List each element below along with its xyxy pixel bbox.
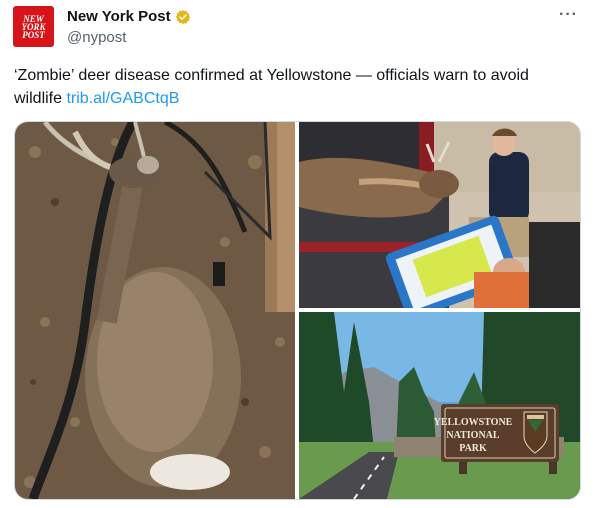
avatar-text-line-3: POST bbox=[22, 29, 45, 40]
author-handle[interactable]: @nypost bbox=[67, 29, 126, 46]
tweet-link[interactable]: trib.al/GABCtqB bbox=[66, 90, 179, 107]
tweet-text: ‘Zombie’ deer disease confirmed at Yello… bbox=[14, 64, 574, 110]
media-grid: YELLOWSTONE NATIONAL PARK bbox=[14, 121, 581, 500]
verified-badge-icon bbox=[175, 9, 191, 25]
author-display-name[interactable]: New York Post bbox=[67, 8, 171, 25]
author-name-row: New York Post bbox=[67, 8, 191, 25]
tweet-card: NEW YORK POST New York Post @nypost ··· … bbox=[0, 0, 594, 508]
photo-official-examining-deer[interactable] bbox=[299, 122, 580, 308]
photo-deer-carcass[interactable] bbox=[15, 122, 295, 499]
avatar[interactable]: NEW YORK POST bbox=[13, 6, 54, 47]
sign-text-line-2: NATIONAL bbox=[446, 430, 499, 441]
sign-text-line-1: YELLOWSTONE bbox=[434, 417, 513, 428]
photo-yellowstone-sign[interactable]: YELLOWSTONE NATIONAL PARK bbox=[299, 312, 580, 499]
more-options-icon[interactable]: ··· bbox=[559, 6, 578, 24]
sign-text-line-3: PARK bbox=[459, 443, 487, 454]
